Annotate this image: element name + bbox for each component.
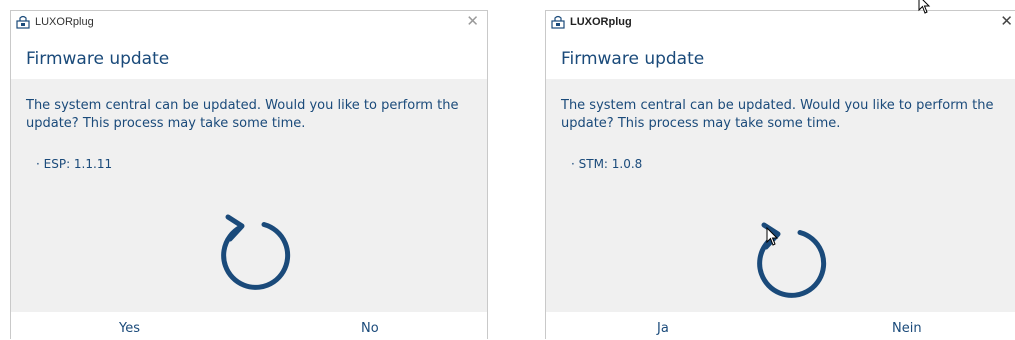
yes-button[interactable]: Ja [657, 321, 669, 336]
button-bar: Yes No [11, 312, 487, 340]
app-title: LUXORplug [35, 16, 94, 28]
dialog-title: Firmware update [561, 49, 705, 69]
version-item: · ESP: 1.1.11 [36, 157, 113, 171]
dialog-header: Firmware update [11, 35, 487, 79]
close-icon[interactable]: ✕ [1000, 13, 1013, 31]
refresh-icon [757, 222, 827, 298]
dialog-title: Firmware update [26, 49, 170, 69]
refresh-icon [221, 214, 291, 290]
close-icon[interactable]: ✕ [466, 13, 479, 31]
luxorplug-app-icon [551, 15, 565, 29]
no-button[interactable]: No [361, 321, 379, 336]
firmware-update-dialog-1: LUXORplug ✕ Firmware update The system c… [10, 10, 488, 340]
dialog-content: The system central can be updated. Would… [11, 79, 487, 312]
no-button[interactable]: Nein [892, 321, 922, 336]
dialog-content: The system central can be updated. Would… [546, 79, 1015, 312]
version-item: · STM: 1.0.8 [571, 157, 643, 171]
app-title: LUXORplug [570, 16, 632, 28]
dialog-header: Firmware update [546, 35, 1015, 79]
luxorplug-app-icon [16, 15, 30, 29]
update-message: The system central can be updated. Would… [561, 98, 994, 131]
button-bar: Ja Nein [546, 312, 1015, 340]
update-message: The system central can be updated. Would… [26, 98, 459, 131]
yes-button[interactable]: Yes [119, 321, 140, 336]
titlebar: LUXORplug ✕ [546, 11, 1015, 35]
firmware-update-dialog-2: LUXORplug ✕ Firmware update The system c… [545, 10, 1015, 340]
titlebar: LUXORplug ✕ [11, 11, 487, 35]
mouse-pointer-icon [766, 227, 779, 246]
mouse-pointer-icon [918, 0, 931, 14]
